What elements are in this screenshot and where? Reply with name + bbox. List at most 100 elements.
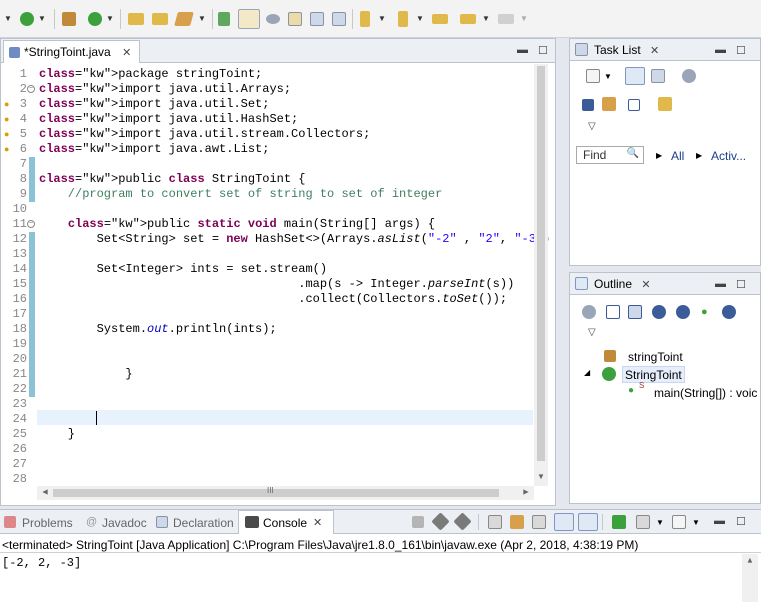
forward-icon[interactable]: [498, 14, 514, 24]
code-line[interactable]: .map(s -> Integer.parseInt(s)): [39, 277, 514, 292]
terminate-icon[interactable]: [412, 516, 424, 528]
new-task-dropdown-icon[interactable]: ▼: [604, 72, 612, 81]
focus-on-workweek-icon[interactable]: [602, 97, 616, 111]
minimize-editor-icon[interactable]: ▬: [517, 44, 528, 56]
run-dropdown-icon[interactable]: ▼: [38, 13, 46, 25]
editor-horizontal-scroll-thumb[interactable]: III: [53, 486, 499, 497]
fold-toggle-icon[interactable]: −: [27, 220, 35, 228]
close-console-icon[interactable]: ✕: [313, 516, 322, 529]
clear-console-icon[interactable]: [488, 515, 502, 529]
previous-annotation-dropdown-icon[interactable]: ▼: [416, 13, 424, 25]
maximize-outline-icon[interactable]: ☐: [736, 278, 746, 291]
scroll-down-icon[interactable]: ▼: [537, 472, 545, 481]
warning-marker-icon[interactable]: ●: [4, 114, 9, 124]
editor-vertical-scrollbar[interactable]: ▼: [534, 64, 548, 486]
tree-expanded-icon[interactable]: ◢: [584, 368, 590, 377]
editor-vertical-scroll-thumb[interactable]: [537, 66, 545, 461]
show-on-stdout-icon[interactable]: [554, 513, 574, 531]
back-icon[interactable]: [460, 14, 476, 24]
display-console-dropdown-icon[interactable]: ▼: [656, 518, 664, 527]
word-wrap-icon[interactable]: [310, 12, 324, 26]
maximize-editor-icon[interactable]: ☐: [538, 44, 548, 57]
scheduled-icon[interactable]: [651, 69, 665, 83]
code-line[interactable]: class="kw">import java.util.Arrays;: [39, 82, 291, 97]
back-dropdown-icon[interactable]: ▼: [482, 13, 490, 25]
editor-tab[interactable]: *StringToint.java ✕: [3, 40, 141, 63]
open-console-dropdown-icon[interactable]: ▼: [692, 518, 700, 527]
block-selection-icon[interactable]: [288, 12, 302, 26]
new-task-icon[interactable]: [586, 69, 600, 83]
open-task-icon[interactable]: [152, 13, 168, 25]
tab-console[interactable]: Console ✕: [238, 510, 334, 534]
tab-declaration[interactable]: Declaration: [173, 516, 234, 530]
close-editor-icon[interactable]: ✕: [122, 47, 131, 59]
code-line[interactable]: class="kw">package stringToint;: [39, 67, 262, 82]
java-editor[interactable]: *StringToint.java ✕ ▬ ☐ 1 2 3 4 5 6 7 8 9 10 11 12 1…: [0, 38, 556, 506]
open-console-icon[interactable]: [672, 515, 686, 529]
fold-toggle-icon[interactable]: −: [27, 85, 35, 93]
new-class-dropdown-icon[interactable]: ▼: [106, 13, 114, 25]
new-java-class-icon[interactable]: [88, 12, 102, 26]
console-output[interactable]: [-2, 2, -3]: [2, 556, 81, 570]
code-line[interactable]: class="kw">public static void main(Strin…: [39, 217, 435, 232]
show-on-stderr-icon[interactable]: [578, 513, 598, 531]
run-icon[interactable]: [20, 12, 34, 26]
hide-fields-icon[interactable]: [652, 305, 666, 319]
minimize-console-icon[interactable]: ▬: [714, 515, 725, 527]
scroll-right-icon[interactable]: ▼: [520, 488, 530, 497]
code-line[interactable]: class="kw">import java.util.HashSet;: [39, 112, 298, 127]
all-link[interactable]: All: [671, 149, 684, 163]
next-annotation-icon[interactable]: [360, 11, 370, 27]
outline-menu-icon[interactable]: ▽: [588, 327, 596, 338]
tab-problems[interactable]: Problems: [22, 516, 73, 530]
forward-dropdown-icon[interactable]: ▼: [520, 13, 528, 25]
outline-filter-icon[interactable]: [582, 305, 596, 319]
tab-outline[interactable]: Outline ✕: [570, 273, 659, 295]
code-line[interactable]: }: [39, 367, 132, 382]
code-line[interactable]: class="kw">import java.util.stream.Colle…: [39, 127, 370, 142]
maximize-console-icon[interactable]: ☐: [736, 515, 746, 528]
console-vertical-scrollbar[interactable]: ▼: [742, 554, 758, 602]
open-type-icon[interactable]: [128, 13, 144, 25]
tab-task-list[interactable]: Task List ✕: [570, 39, 667, 61]
categorized-icon[interactable]: [625, 67, 645, 85]
code-line[interactable]: class="kw">import java.awt.List;: [39, 142, 269, 157]
next-annotation-dropdown-icon[interactable]: ▼: [378, 13, 386, 25]
warning-marker-icon[interactable]: ●: [4, 99, 9, 109]
outline-class-item[interactable]: ◢ StringToint: [584, 366, 760, 384]
close-task-list-icon[interactable]: ✕: [650, 45, 659, 57]
console-scroll-up-icon[interactable]: ▼: [746, 556, 754, 565]
new-dropdown-icon[interactable]: ▼: [4, 13, 12, 25]
maximize-task-list-icon[interactable]: ☐: [736, 44, 746, 57]
activate-link[interactable]: Activ...: [711, 149, 746, 163]
scroll-lock-icon[interactable]: [510, 515, 524, 529]
search-dropdown-icon[interactable]: ▼: [198, 13, 206, 25]
warning-marker-icon[interactable]: ●: [4, 144, 9, 154]
collapse-all-outline-icon[interactable]: [606, 305, 620, 319]
toggle-breadcrumb-icon[interactable]: [266, 14, 280, 24]
scroll-left-icon[interactable]: ▼: [40, 488, 50, 497]
code-line[interactable]: class="kw">public class StringToint {: [39, 172, 305, 187]
display-console-icon[interactable]: [636, 515, 650, 529]
hide-local-types-icon[interactable]: [722, 305, 736, 319]
last-edit-location-icon[interactable]: [432, 14, 448, 24]
link-with-editor-icon[interactable]: [658, 97, 672, 111]
remove-all-terminated-icon[interactable]: [453, 512, 472, 531]
editor-horizontal-scrollbar[interactable]: ▼ III ▼: [37, 486, 534, 500]
hide-completed-icon[interactable]: [582, 99, 594, 111]
word-wrap-console-icon[interactable]: [532, 515, 546, 529]
code-line[interactable]: //program to convert set of string to se…: [39, 187, 442, 202]
previous-annotation-icon[interactable]: [398, 11, 408, 27]
minimize-task-list-icon[interactable]: ▬: [715, 44, 726, 56]
collapse-all-icon[interactable]: [628, 99, 640, 111]
code-line[interactable]: System.out.println(ints);: [39, 322, 277, 337]
toggle-mark-occurrences-icon[interactable]: [238, 9, 260, 29]
remove-launch-icon[interactable]: [431, 512, 450, 531]
task-find-input[interactable]: Find 🔍: [576, 146, 644, 164]
search-icon[interactable]: [174, 12, 194, 26]
annotation-icon[interactable]: [218, 12, 230, 26]
sort-icon[interactable]: [628, 305, 642, 319]
code-line[interactable]: }: [39, 427, 75, 442]
pin-console-icon[interactable]: [612, 515, 626, 529]
view-menu-icon[interactable]: ▽: [588, 121, 596, 132]
